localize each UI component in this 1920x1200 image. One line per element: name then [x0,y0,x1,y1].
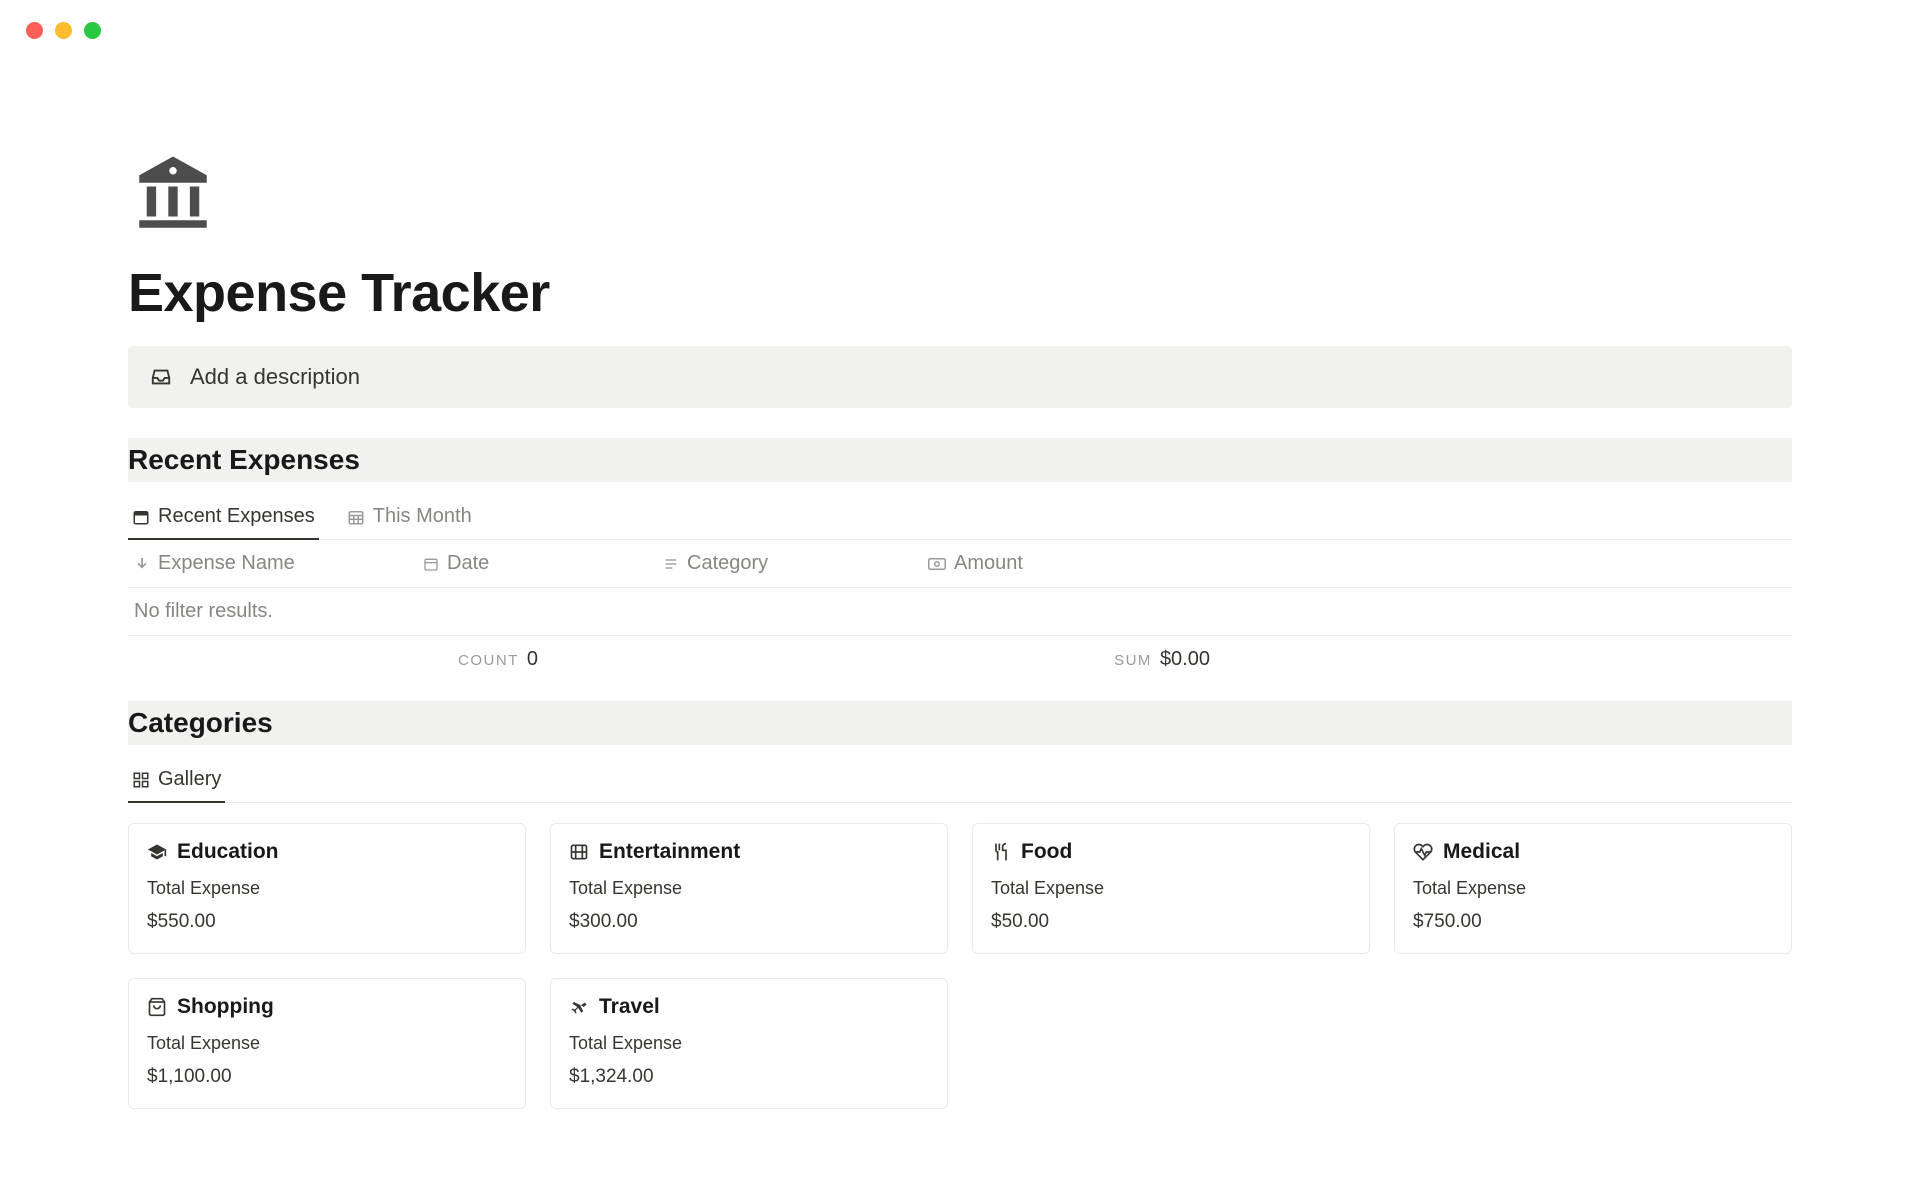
inbox-icon [150,366,172,388]
money-icon [928,556,946,572]
card-amount: $1,324.00 [569,1066,929,1088]
column-label: Date [447,552,489,575]
column-category[interactable]: Category [663,552,928,575]
calendar-day-icon [132,508,150,526]
recent-expenses-tabs: Recent Expenses This Month [128,494,1792,540]
summary-row: COUNT 0 SUM $0.00 [128,636,1792,683]
window-close-button[interactable] [26,22,43,39]
column-date[interactable]: Date [423,552,663,575]
calendar-grid-icon [347,508,365,526]
card-amount: $50.00 [991,911,1351,933]
column-label: Expense Name [158,552,295,575]
card-amount: $550.00 [147,911,507,933]
table-header: Expense Name Date Category Amount [128,540,1792,588]
card-total-label: Total Expense [147,878,507,899]
sum-value: $0.00 [1160,648,1210,671]
page-icon-bank[interactable] [128,149,1792,244]
shopping-bag-icon [147,997,167,1017]
card-total-label: Total Expense [991,878,1351,899]
tab-label: Recent Expenses [158,505,315,528]
category-card-medical[interactable]: Medical Total Expense $750.00 [1394,823,1792,954]
calendar-icon [423,556,439,572]
card-amount: $750.00 [1413,911,1773,933]
card-title: Education [147,840,507,864]
column-amount[interactable]: Amount [928,552,1792,575]
description-text: Add a description [190,364,360,390]
categories-heading: Categories [128,707,1792,739]
section-header-recent-expenses: Recent Expenses [128,438,1792,482]
card-amount: $1,100.00 [147,1066,507,1088]
category-card-shopping[interactable]: Shopping Total Expense $1,100.00 [128,978,526,1109]
card-name: Education [177,840,279,864]
tab-label: This Month [373,505,472,528]
column-label: Category [687,552,768,575]
empty-results-text: No filter results. [128,588,1792,636]
list-icon [663,556,679,572]
card-name: Medical [1443,840,1520,864]
tab-label: Gallery [158,768,221,791]
card-amount: $300.00 [569,911,929,933]
sum-label: SUM [1114,652,1152,669]
card-title: Medical [1413,840,1773,864]
graduation-cap-icon [147,842,167,862]
heartbeat-icon [1413,842,1433,862]
category-card-entertainment[interactable]: Entertainment Total Expense $300.00 [550,823,948,954]
tab-this-month[interactable]: This Month [343,495,476,540]
category-card-food[interactable]: Food Total Expense $50.00 [972,823,1370,954]
summary-count[interactable]: COUNT 0 [128,648,538,671]
plane-icon [569,997,589,1017]
window-minimize-button[interactable] [55,22,72,39]
column-expense-name[interactable]: Expense Name [128,552,423,575]
categories-gallery: Education Total Expense $550.00 Entertainme… [128,823,1792,1109]
film-icon [569,842,589,862]
categories-tabs: Gallery [128,757,1792,803]
card-title: Shopping [147,995,507,1019]
window-maximize-button[interactable] [84,22,101,39]
card-total-label: Total Expense [569,1033,929,1054]
card-name: Food [1021,840,1072,864]
count-label: COUNT [458,652,519,669]
page-title[interactable]: Expense Tracker [128,262,1792,324]
arrow-down-icon [134,556,150,572]
category-card-education[interactable]: Education Total Expense $550.00 [128,823,526,954]
summary-sum[interactable]: SUM $0.00 [538,648,1210,671]
card-name: Shopping [177,995,274,1019]
category-card-travel[interactable]: Travel Total Expense $1,324.00 [550,978,948,1109]
card-total-label: Total Expense [569,878,929,899]
tab-recent-expenses[interactable]: Recent Expenses [128,495,319,540]
card-title: Food [991,840,1351,864]
section-header-categories: Categories [128,701,1792,745]
window-controls [0,0,1920,39]
utensils-icon [991,842,1011,862]
gallery-icon [132,771,150,789]
card-title: Entertainment [569,840,929,864]
column-label: Amount [954,552,1023,575]
card-total-label: Total Expense [1413,878,1773,899]
description-callout[interactable]: Add a description [128,346,1792,408]
recent-expenses-heading: Recent Expenses [128,444,1792,476]
card-total-label: Total Expense [147,1033,507,1054]
card-name: Entertainment [599,840,740,864]
card-name: Travel [599,995,660,1019]
tab-gallery[interactable]: Gallery [128,758,225,803]
card-title: Travel [569,995,929,1019]
count-value: 0 [527,648,538,671]
